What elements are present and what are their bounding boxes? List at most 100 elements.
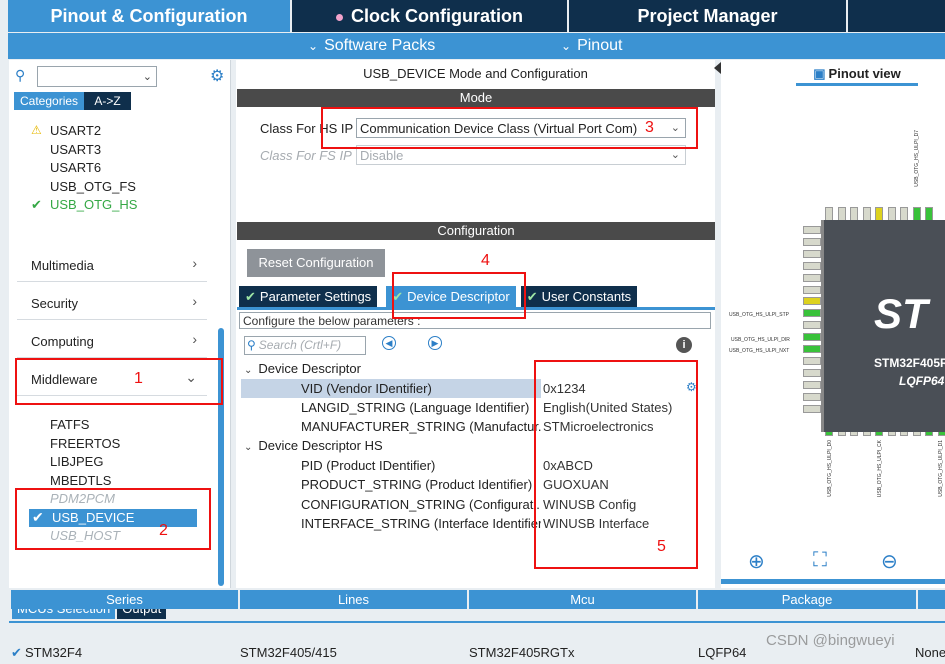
cell-series[interactable]: STM32F4 — [25, 645, 82, 660]
chip-pin[interactable] — [912, 207, 921, 221]
zoom-in-icon[interactable]: ⊕ — [748, 549, 765, 574]
pinout-menu[interactable]: ⌄ Pinout — [561, 37, 622, 55]
pin-signal-label: USB_OTG_HS_ULPI_DIR — [731, 337, 790, 343]
chip-pin[interactable] — [837, 207, 846, 221]
check-circle-icon: ✔ — [526, 289, 538, 304]
pin-signal-label: USB_OTG_HS_ULPI_D1 — [938, 440, 944, 497]
category-multimedia[interactable]: Multimedia › — [17, 246, 207, 282]
reset-configuration-button[interactable]: Reset Configuration — [247, 249, 385, 277]
collapse-left-icon[interactable] — [714, 62, 721, 74]
tab-clock-configuration[interactable]: Clock Configuration — [292, 0, 567, 32]
tab-label: User Constants — [541, 289, 632, 304]
category-label: Computing — [31, 334, 94, 349]
tab-tools[interactable] — [848, 0, 945, 32]
chip-pin[interactable] — [887, 207, 896, 221]
gear-icon[interactable]: ⚙ — [210, 66, 224, 86]
category-security[interactable]: Security › — [17, 284, 207, 320]
chip-pin[interactable] — [925, 207, 933, 221]
software-packs-menu[interactable]: ⌄ Software Packs — [308, 37, 435, 55]
cell-lines[interactable]: STM32F405/415 — [240, 645, 337, 660]
tab-pinout-view[interactable]: ▣ Pinout view — [796, 64, 918, 86]
right-scrollbar[interactable] — [721, 579, 945, 584]
column-header-lines[interactable]: Lines — [240, 590, 467, 609]
category-computing[interactable]: Computing › — [17, 322, 207, 358]
chip-pin[interactable] — [803, 333, 821, 342]
chip-pin[interactable] — [803, 380, 821, 389]
group-device-descriptor[interactable]: ⌄ Device Descriptor — [244, 361, 361, 376]
chip-pin[interactable] — [803, 249, 821, 258]
search-prev-icon[interactable]: ◀ — [382, 336, 396, 350]
fit-screen-icon[interactable]: ⛶ — [813, 549, 827, 572]
chip-pin[interactable] — [862, 207, 871, 221]
search-combo[interactable]: ⌄ — [37, 66, 157, 87]
main-tabbar: Pinout & Configuration Clock Configurati… — [0, 0, 945, 32]
column-header-series[interactable]: Series — [11, 590, 238, 609]
chip-pin[interactable] — [803, 226, 821, 234]
chip-pin[interactable] — [803, 261, 821, 270]
chip-pin[interactable] — [875, 207, 883, 221]
tab-project-manager[interactable]: Project Manager — [569, 0, 846, 32]
cell-mcu[interactable]: STM32F405RGTx — [469, 645, 574, 660]
list-item-usb-otg-hs[interactable]: USB_OTG_HS — [50, 197, 137, 212]
tab-categories[interactable]: Categories — [14, 92, 85, 110]
group-device-descriptor-hs[interactable]: ⌄ Device Descriptor HS — [244, 438, 383, 453]
chip-pin[interactable] — [803, 345, 821, 353]
chip-pin[interactable] — [803, 404, 821, 413]
annotation-box-3 — [321, 107, 698, 149]
list-item-freertos[interactable]: FREERTOS — [50, 436, 120, 451]
chevron-right-icon: › — [192, 293, 197, 309]
chip-pin[interactable] — [803, 356, 821, 365]
chip-pin[interactable] — [850, 207, 858, 221]
info-icon[interactable]: i — [676, 337, 692, 353]
list-item-usart3[interactable]: USART3 — [50, 142, 101, 157]
list-item-mbedtls[interactable]: MBEDTLS — [50, 473, 111, 488]
list-item-fatfs[interactable]: FATFS — [50, 417, 89, 432]
group-label: Device Descriptor HS — [258, 438, 383, 453]
parameter-search-input[interactable]: ⚲ Search (Crtl+F) — [244, 336, 366, 355]
chip-pin[interactable] — [803, 237, 821, 246]
chip-pin[interactable] — [803, 297, 821, 306]
chip-pin[interactable] — [803, 285, 821, 294]
chevron-down-icon: ⌄ — [244, 442, 253, 453]
pin-signal-label: USB_OTG_HS_ULPI_D7 — [914, 130, 920, 187]
chip-pin[interactable] — [825, 207, 833, 221]
chevron-down-icon: ⌄ — [142, 71, 152, 83]
param-name: LANGID_STRING (Language Identifier) — [301, 400, 530, 415]
chip-part-number: STM32F405R — [874, 356, 945, 370]
tab-user-constants[interactable]: ✔ User Constants — [520, 286, 638, 307]
chip-pin[interactable] — [803, 392, 821, 401]
pin-signal-label: USB_OTG_HS_ULPI_NXT — [729, 348, 790, 354]
tab-parameter-settings[interactable]: ✔ Parameter Settings — [239, 286, 378, 307]
column-header-package[interactable]: Package — [698, 590, 916, 609]
zoom-out-icon[interactable]: ⊖ — [881, 549, 898, 574]
tab-pinout-configuration[interactable]: Pinout & Configuration — [8, 0, 290, 32]
annotation-number: 5 — [657, 538, 666, 555]
annotation-number: 3 — [645, 119, 654, 136]
watermark: CSDN @bingwueyi — [766, 632, 895, 649]
list-item-libjpeg[interactable]: LIBJPEG — [50, 454, 103, 469]
search-next-icon[interactable]: ▶ — [428, 336, 442, 350]
chip-pin[interactable] — [803, 368, 821, 377]
list-item-usart2[interactable]: USART2 — [50, 123, 101, 138]
chevron-down-icon: ⌄ — [561, 39, 572, 53]
search-row: ⚲ ⌄ ⚙ — [15, 66, 225, 88]
column-header-extra[interactable] — [918, 590, 945, 609]
mcu-chip[interactable]: ST STM32F405R LQFP64 — [821, 220, 945, 432]
app-window: Pinout & Configuration Clock Configurati… — [0, 0, 945, 664]
chip-pin[interactable] — [803, 309, 821, 318]
list-item-usart6[interactable]: USART6 — [50, 160, 101, 175]
cell-extra[interactable]: None — [915, 645, 945, 660]
select-value: Disable — [360, 148, 404, 163]
chip-pin[interactable] — [803, 273, 821, 282]
annotation-number: 1 — [134, 370, 143, 387]
list-item-usb-otg-fs[interactable]: USB_OTG_FS — [50, 179, 136, 194]
cell-package[interactable]: LQFP64 — [698, 645, 746, 660]
tab-a-z[interactable]: A->Z — [84, 92, 132, 110]
chevron-right-icon: › — [192, 255, 197, 271]
chevron-right-icon: › — [192, 331, 197, 347]
param-name: PID (Product IDentifier) — [301, 458, 436, 473]
chevron-down-icon: ⌄ — [670, 149, 680, 161]
chip-pin[interactable] — [803, 321, 821, 330]
column-header-mcu[interactable]: Mcu — [469, 590, 696, 609]
chip-pin[interactable] — [900, 207, 908, 221]
